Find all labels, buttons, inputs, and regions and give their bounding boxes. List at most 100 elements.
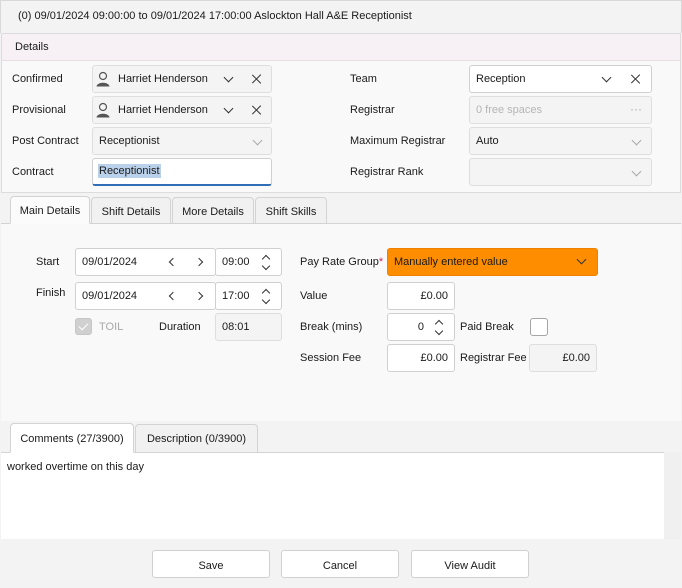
start-label: Start (36, 256, 60, 268)
break-input[interactable]: 0 (387, 313, 455, 341)
tab-shift-details-label: Shift Details (101, 206, 161, 218)
contract-label: Contract (12, 166, 54, 178)
tab-more-details[interactable]: More Details (172, 197, 254, 223)
registrar-field[interactable]: 0 free spaces ··· (469, 96, 652, 124)
team-select[interactable]: Reception (469, 65, 652, 93)
confirmed-label: Confirmed (12, 73, 63, 85)
registrar-fee-label: Registrar Fee (460, 352, 527, 364)
tab-comments[interactable]: Comments (27/3900) (10, 423, 134, 453)
contract-value: Receptionist (98, 164, 161, 178)
chevron-right-icon[interactable] (194, 257, 204, 267)
contract-input[interactable]: Receptionist (92, 158, 272, 186)
view-audit-button[interactable]: View Audit (411, 550, 529, 578)
chevron-down-icon (631, 135, 642, 146)
max-registrar-value: Auto (476, 135, 499, 147)
details-header-label: Details (15, 41, 49, 53)
duration-value: 08:01 (222, 321, 250, 333)
registrar-placeholder: 0 free spaces (476, 104, 543, 116)
max-registrar-select[interactable]: Auto (469, 127, 652, 155)
provisional-field[interactable]: Harriet Henderson (92, 96, 272, 124)
check-icon (78, 320, 89, 331)
person-icon (96, 71, 110, 87)
comments-textarea[interactable]: worked overtime on this day (1, 452, 664, 539)
tab-more-details-label: More Details (182, 206, 244, 218)
chevron-down-icon[interactable] (576, 254, 587, 265)
chevron-down-icon[interactable] (601, 72, 612, 83)
confirmed-value: Harriet Henderson (118, 73, 208, 85)
tab-shift-skills[interactable]: Shift Skills (255, 197, 327, 223)
chevron-down-icon[interactable] (223, 103, 234, 114)
close-icon[interactable] (252, 74, 262, 84)
finish-label: Finish (36, 287, 66, 299)
duration-label: Duration (159, 321, 201, 333)
paid-break-label: Paid Break (460, 321, 514, 333)
confirmed-field[interactable]: Harriet Henderson (92, 65, 272, 93)
provisional-value: Harriet Henderson (118, 104, 208, 116)
ellipsis-icon[interactable]: ··· (630, 102, 642, 116)
post-contract-value: Receptionist (99, 135, 160, 147)
tab-description[interactable]: Description (0/3900) (135, 424, 258, 452)
finish-time-field[interactable]: 17:00 (215, 282, 282, 310)
break-label: Break (mins) (300, 321, 363, 333)
max-registrar-label: Maximum Registrar (350, 135, 446, 147)
registrar-fee-value: £0.00 (562, 352, 590, 364)
team-value: Reception (476, 73, 526, 85)
registrar-fee-field: £0.00 (529, 344, 597, 372)
registrar-rank-label: Registrar Rank (350, 166, 424, 178)
toil-checkbox[interactable] (75, 318, 92, 335)
person-icon (96, 102, 110, 118)
pay-rate-group-label: Pay Rate Group* (300, 256, 384, 268)
tab-comments-label: Comments (27/3900) (20, 433, 124, 445)
pay-rate-group-select[interactable]: Manually entered value (387, 248, 598, 276)
session-fee-value: £0.00 (420, 352, 448, 364)
chevron-left-icon[interactable] (168, 257, 178, 267)
post-contract-select[interactable]: Receptionist (92, 127, 272, 155)
toil-label: TOIL (99, 321, 124, 333)
finish-time-value: 17:00 (222, 290, 250, 302)
chevron-down-icon (631, 166, 642, 177)
cancel-button-label: Cancel (322, 560, 358, 572)
chevron-down-icon[interactable] (223, 72, 234, 83)
view-audit-button-label: View Audit (444, 560, 496, 572)
chevron-left-icon[interactable] (168, 291, 178, 301)
tab-description-label: Description (0/3900) (146, 433, 247, 445)
start-time-value: 09:00 (222, 256, 250, 268)
start-time-field[interactable]: 09:00 (215, 248, 282, 276)
duration-field: 08:01 (215, 313, 282, 341)
close-icon[interactable] (631, 74, 641, 84)
session-fee-label: Session Fee (300, 352, 362, 364)
chevron-down-icon (252, 135, 263, 146)
post-contract-label: Post Contract (12, 135, 79, 147)
save-button-label: Save (198, 560, 224, 572)
registrar-label: Registrar (350, 104, 395, 116)
paid-break-checkbox[interactable] (530, 318, 548, 336)
value-amount: £0.00 (420, 290, 448, 302)
tab-shift-details[interactable]: Shift Details (91, 197, 171, 223)
start-date-field[interactable]: 09/01/2024 (75, 248, 216, 276)
details-header: Details (2, 34, 680, 61)
finish-date-value: 09/01/2024 (82, 290, 138, 302)
spin-down-icon[interactable] (261, 295, 271, 305)
tab-main-details[interactable]: Main Details (10, 196, 90, 224)
pay-rate-group-value: Manually entered value (394, 256, 508, 268)
comments-scrollbar[interactable] (664, 452, 681, 539)
close-icon[interactable] (252, 105, 262, 115)
break-value: 0 (417, 321, 424, 333)
value-label: Value (300, 290, 328, 302)
spin-down-icon[interactable] (261, 261, 271, 271)
value-input[interactable]: £0.00 (387, 282, 455, 310)
tab-main-details-label: Main Details (19, 205, 81, 217)
save-button[interactable]: Save (152, 550, 270, 578)
chevron-right-icon[interactable] (194, 291, 204, 301)
comments-text: worked overtime on this day (7, 461, 144, 473)
required-marker: * (378, 256, 384, 268)
finish-date-field[interactable]: 09/01/2024 (75, 282, 216, 310)
team-label: Team (350, 73, 377, 85)
registrar-rank-select[interactable] (469, 158, 652, 186)
cancel-button[interactable]: Cancel (281, 550, 399, 578)
window-title: (0) 09/01/2024 09:00:00 to 09/01/2024 17… (18, 10, 412, 22)
spin-down-icon[interactable] (434, 326, 444, 336)
start-date-value: 09/01/2024 (82, 256, 138, 268)
session-fee-input[interactable]: £0.00 (387, 344, 455, 372)
tab-shift-skills-label: Shift Skills (265, 206, 317, 218)
